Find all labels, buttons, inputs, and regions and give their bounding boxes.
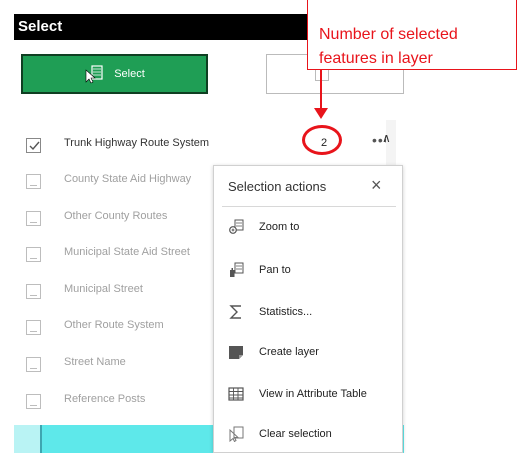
- callout-text: Number of selected features in layer: [319, 23, 458, 71]
- select-cursor-icon: [85, 65, 103, 84]
- annotation-arrow: [320, 70, 322, 112]
- menu-title: Selection actions: [228, 179, 327, 194]
- clear-selection-icon: [229, 426, 244, 442]
- callout-line-1: Number of selected: [319, 26, 458, 43]
- pan-to-icon: [230, 262, 244, 277]
- layer-label: Municipal Street: [64, 283, 143, 295]
- layer-checkbox[interactable]: [26, 394, 41, 409]
- layer-label: Reference Posts: [64, 393, 146, 405]
- layer-checkbox[interactable]: [26, 138, 41, 153]
- layer-checkbox[interactable]: [26, 211, 41, 226]
- menu-item-label: Zoom to: [259, 221, 300, 233]
- menu-item-label: Pan to: [259, 264, 291, 276]
- selection-actions-menu: Selection actions × Zoom to Pan to Stati…: [213, 165, 403, 453]
- callout-line-2: features in layer: [319, 50, 433, 67]
- menu-item-label: Clear selection: [259, 428, 332, 440]
- panel-title: Select: [18, 18, 63, 35]
- annotation-arrowhead: [314, 108, 328, 119]
- menu-item-create-layer[interactable]: Create layer: [214, 336, 404, 368]
- menu-item-zoom-to[interactable]: Zoom to: [214, 211, 404, 243]
- menu-item-label: Statistics...: [259, 306, 313, 318]
- annotation-callout: Number of selected features in layer: [307, 0, 517, 70]
- layer-label: County State Aid Highway: [64, 173, 192, 185]
- select-button[interactable]: Select: [21, 54, 208, 94]
- menu-item-clear-selection[interactable]: Clear selection: [214, 418, 404, 450]
- annotation-circle: [302, 125, 342, 155]
- select-button-label: Select: [114, 68, 145, 80]
- layer-label: Trunk Highway Route System: [64, 137, 210, 149]
- layer-checkbox[interactable]: [26, 247, 41, 262]
- menu-divider: [222, 206, 396, 207]
- table-icon: [228, 387, 244, 401]
- layer-label: Street Name: [64, 356, 126, 368]
- layer-label: Municipal State Aid Street: [64, 246, 190, 258]
- layer-label: Other Route System: [64, 319, 164, 331]
- menu-item-statistics[interactable]: Statistics...: [214, 296, 404, 328]
- layer-label: Other County Routes: [64, 210, 168, 222]
- check-icon: [29, 141, 40, 151]
- sigma-icon: [229, 305, 241, 319]
- scroll-up-icon[interactable]: ∧: [382, 131, 391, 145]
- layer-checkbox[interactable]: [26, 174, 41, 189]
- menu-item-view-attribute-table[interactable]: View in Attribute Table: [214, 378, 404, 410]
- zoom-to-icon: [229, 219, 244, 234]
- layer-checkbox[interactable]: [26, 320, 41, 335]
- layer-row-trunk-highway[interactable]: Trunk Highway Route System 2 •••: [14, 126, 404, 162]
- create-layer-icon: [229, 346, 243, 359]
- menu-item-pan-to[interactable]: Pan to: [214, 254, 404, 286]
- layer-checkbox[interactable]: [26, 284, 41, 299]
- close-icon[interactable]: ×: [371, 175, 382, 196]
- layer-checkbox[interactable]: [26, 357, 41, 372]
- menu-item-label: Create layer: [259, 346, 319, 358]
- menu-item-label: View in Attribute Table: [259, 388, 367, 400]
